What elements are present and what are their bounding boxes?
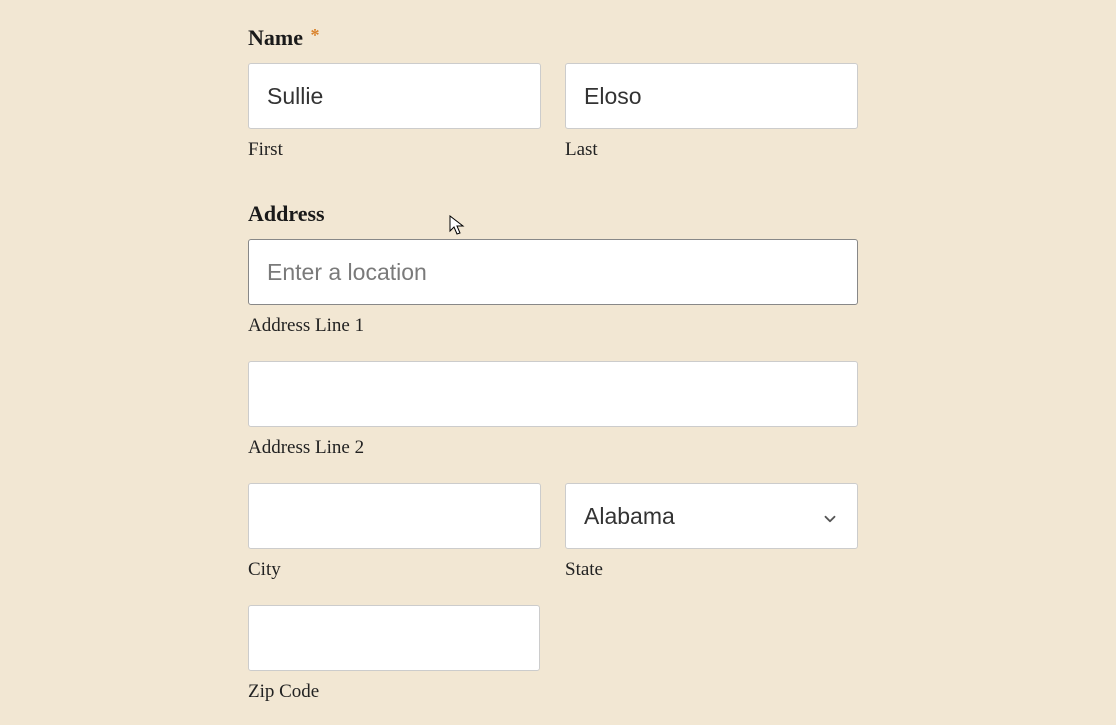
state-field: Alabama State bbox=[565, 483, 858, 581]
city-sublabel: City bbox=[248, 559, 541, 581]
zip-sublabel: Zip Code bbox=[248, 681, 540, 703]
address-line1-field: Address Line 1 bbox=[248, 239, 858, 337]
city-input[interactable] bbox=[248, 483, 541, 549]
name-section-label: Name * bbox=[248, 25, 858, 51]
state-sublabel: State bbox=[565, 559, 858, 581]
last-name-field: Last bbox=[565, 63, 858, 161]
address-line2-sublabel: Address Line 2 bbox=[248, 437, 858, 459]
city-state-row: City Alabama State bbox=[248, 483, 858, 581]
state-select[interactable]: Alabama bbox=[565, 483, 858, 549]
required-asterisk: * bbox=[310, 25, 319, 45]
first-name-field: First bbox=[248, 63, 541, 161]
name-label-text: Name bbox=[248, 25, 303, 50]
chevron-down-icon bbox=[821, 507, 839, 525]
form-container: Name * First Last Address Address Line 1… bbox=[248, 25, 858, 703]
address-line2-field: Address Line 2 bbox=[248, 361, 858, 459]
city-field: City bbox=[248, 483, 541, 581]
address-section-label: Address bbox=[248, 201, 858, 227]
first-name-sublabel: First bbox=[248, 139, 541, 161]
address-line1-input[interactable] bbox=[248, 239, 858, 305]
last-name-sublabel: Last bbox=[565, 139, 858, 161]
state-select-value: Alabama bbox=[584, 503, 821, 530]
zip-input[interactable] bbox=[248, 605, 540, 671]
first-name-input[interactable] bbox=[248, 63, 541, 129]
name-row: First Last bbox=[248, 63, 858, 161]
address-line2-input[interactable] bbox=[248, 361, 858, 427]
zip-field: Zip Code bbox=[248, 605, 540, 703]
address-line1-sublabel: Address Line 1 bbox=[248, 315, 858, 337]
last-name-input[interactable] bbox=[565, 63, 858, 129]
